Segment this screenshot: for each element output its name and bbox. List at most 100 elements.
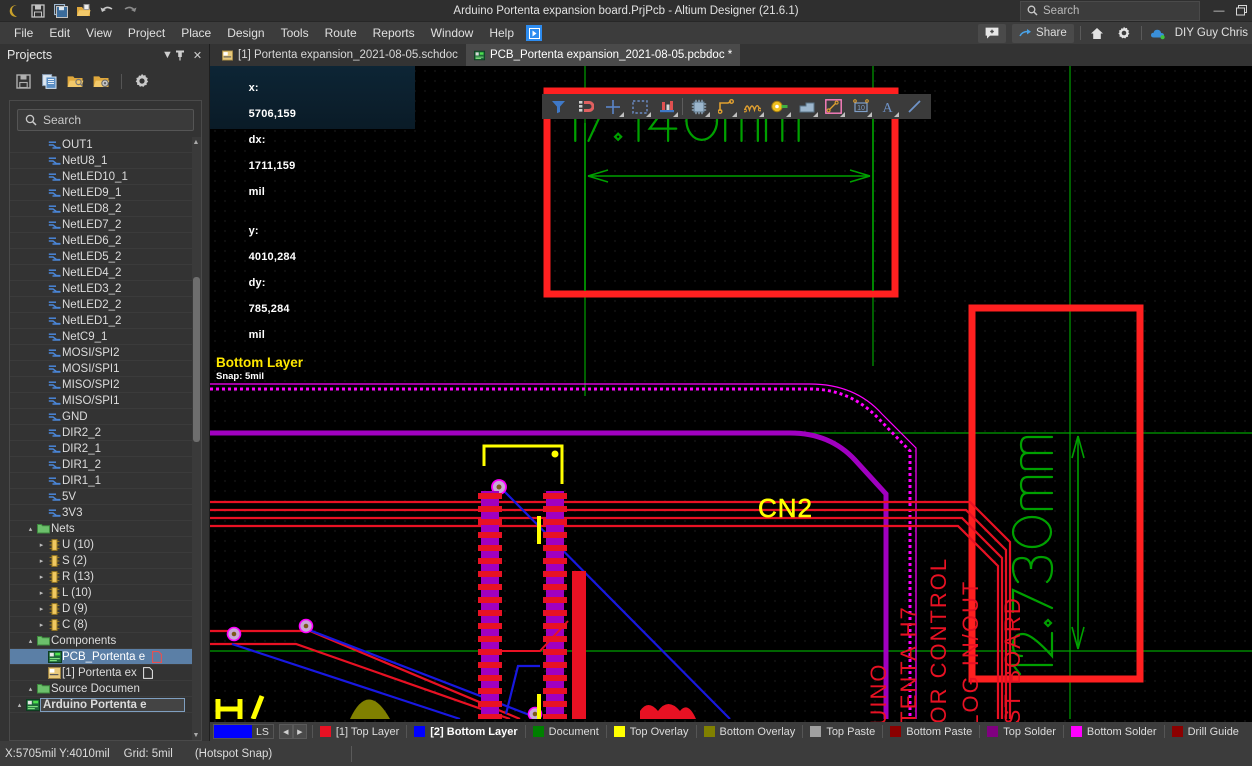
save-project-icon[interactable] xyxy=(14,72,33,91)
tree-item[interactable]: ▴ Nets xyxy=(10,521,201,537)
layer-tabs[interactable]: [1] Top Layer [2] Bottom Layer Document Top… xyxy=(311,722,1246,741)
layer-tab-bottom-overlay[interactable]: Bottom Overlay xyxy=(697,722,803,741)
route-icon[interactable] xyxy=(712,95,739,118)
layer-nav-buttons[interactable]: ◀ ▶ xyxy=(278,724,307,739)
pcb-canvas[interactable]: CN2 ARDUINO PORTENTA H7 MOTOR CONTROL AN… xyxy=(210,66,1252,722)
settings-gear-icon[interactable] xyxy=(132,72,151,91)
tree-expander-icon[interactable]: ▸ xyxy=(36,605,47,613)
tree-item-net[interactable]: MISO/SPI2 xyxy=(10,377,201,393)
differential-pair-icon[interactable] xyxy=(739,95,766,118)
dimension-icon[interactable]: 10 xyxy=(847,95,874,118)
layer-tab-bar[interactable]: LS ◀ ▶ [1] Top Layer [2] Bottom Layer Docu… xyxy=(210,722,1252,741)
filter-icon[interactable] xyxy=(545,95,572,118)
share-button[interactable]: Share xyxy=(1012,23,1074,43)
crosshair-icon[interactable] xyxy=(599,95,626,118)
tree-item[interactable]: ▸ U (10) xyxy=(10,537,201,553)
tree-item-net[interactable]: NetLED7_2 xyxy=(10,217,201,233)
scroll-up-icon[interactable]: ▲ xyxy=(192,138,200,146)
projects-tree[interactable]: OUT1 NetU8_1 NetLED10_1 NetLED9_1 NetLED8_2 N… xyxy=(10,137,201,740)
project-options-folder-icon[interactable] xyxy=(92,72,111,91)
menu-item-window[interactable]: Window xyxy=(423,24,482,42)
pin-icon[interactable] xyxy=(175,50,190,61)
tree-item-net[interactable]: GND xyxy=(10,409,201,425)
menu-item-place[interactable]: Place xyxy=(173,24,219,42)
tree-expander-icon[interactable]: ▸ xyxy=(36,589,47,597)
tree-item[interactable]: ▸ C (8) xyxy=(10,617,201,633)
tree-scroll-thumb[interactable] xyxy=(193,277,200,442)
redo-icon[interactable] xyxy=(119,2,140,20)
save-all-icon[interactable] xyxy=(50,2,71,20)
projects-search-input[interactable]: Search xyxy=(17,109,194,131)
document-tab-schematic[interactable]: [1] Portenta expansion_2021-08-05.schdoc xyxy=(214,44,466,66)
layer-tab-top-solder[interactable]: Top Solder xyxy=(980,722,1063,741)
menu-item-view[interactable]: View xyxy=(78,24,120,42)
layer-set-selector[interactable]: LS xyxy=(213,724,274,739)
tree-item-net[interactable]: MOSI/SPI2 xyxy=(10,345,201,361)
tree-item-net[interactable]: DIR1_2 xyxy=(10,457,201,473)
tree-item[interactable]: [1] Portenta ex xyxy=(10,665,201,681)
tree-item[interactable]: ▴ Components xyxy=(10,633,201,649)
document-tab-pcb[interactable]: PCB_Portenta expansion_2021-08-05.pcbdoc… xyxy=(465,44,741,66)
layer-tab-drill-guide[interactable]: Drill Guide xyxy=(1165,722,1246,741)
tree-item[interactable]: ▸ R (13) xyxy=(10,569,201,585)
tree-item-net[interactable]: NetLED5_2 xyxy=(10,249,201,265)
layer-tab-top-overlay[interactable]: Top Overlay xyxy=(607,722,696,741)
restore-button[interactable] xyxy=(1230,0,1252,22)
tree-item[interactable]: ▸ S (2) xyxy=(10,553,201,569)
layer-tab-bottom-solder[interactable]: Bottom Solder xyxy=(1064,722,1164,741)
tree-expander-icon[interactable]: ▴ xyxy=(14,701,25,709)
scroll-down-icon[interactable]: ▼ xyxy=(192,731,200,739)
layer-tab-1-top-layer[interactable]: [1] Top Layer xyxy=(313,722,406,741)
cloud-avatar-icon[interactable] xyxy=(1148,24,1169,42)
tree-expander-icon[interactable]: ▸ xyxy=(36,541,47,549)
tree-item[interactable]: ▸ L (10) xyxy=(10,585,201,601)
line-icon[interactable] xyxy=(901,95,928,118)
tree-expander-icon[interactable]: ▴ xyxy=(25,685,36,693)
tree-expander-icon[interactable]: ▴ xyxy=(25,637,36,645)
tree-item-net[interactable]: OUT1 xyxy=(10,137,201,153)
select-area-icon[interactable] xyxy=(626,95,653,118)
tree-expander-icon[interactable]: ▸ xyxy=(36,573,47,581)
tree-scrollbar[interactable]: ▲ ▼ xyxy=(192,137,201,740)
pad-icon[interactable] xyxy=(820,95,847,118)
layer-tab-2-bottom-layer[interactable]: [2] Bottom Layer xyxy=(407,722,524,741)
minimize-button[interactable]: — xyxy=(1208,0,1230,22)
tree-item[interactable]: ▸ D (9) xyxy=(10,601,201,617)
measure-icon[interactable] xyxy=(653,95,680,118)
tree-item-net[interactable]: DIR2_2 xyxy=(10,425,201,441)
menu-item-help[interactable]: Help xyxy=(481,24,522,42)
close-icon[interactable]: ✕ xyxy=(190,49,205,62)
menu-bar[interactable]: File Edit View Project Place Design Tool… xyxy=(0,22,1252,44)
panel-toggle-icon[interactable] xyxy=(526,25,543,41)
menu-item-design[interactable]: Design xyxy=(219,24,272,42)
tree-item-net[interactable]: NetU8_1 xyxy=(10,153,201,169)
tree-item-net[interactable]: MISO/SPI1 xyxy=(10,393,201,409)
save-icon[interactable] xyxy=(27,2,48,20)
panel-dropdown-icon[interactable]: ▼ xyxy=(160,49,175,61)
tree-item-net[interactable]: 5V xyxy=(10,489,201,505)
tree-item-net[interactable]: MOSI/SPI1 xyxy=(10,361,201,377)
tree-item[interactable]: PCB_Portenta e xyxy=(10,649,201,665)
tree-expander-icon[interactable]: ▴ xyxy=(25,525,36,533)
component-place-icon[interactable] xyxy=(685,95,712,118)
tree-item[interactable]: ▴ Arduino Portenta e xyxy=(10,697,201,713)
tree-item-net[interactable]: NetLED6_2 xyxy=(10,233,201,249)
layer-tab-bottom-paste[interactable]: Bottom Paste xyxy=(883,722,979,741)
menu-item-route[interactable]: Route xyxy=(317,24,365,42)
menu-item-edit[interactable]: Edit xyxy=(41,24,78,42)
menu-item-reports[interactable]: Reports xyxy=(365,24,423,42)
layer-tab-top-paste[interactable]: Top Paste xyxy=(803,722,882,741)
tree-item-net[interactable]: NetLED8_2 xyxy=(10,201,201,217)
open-project-icon[interactable] xyxy=(66,72,85,91)
home-icon[interactable] xyxy=(1087,24,1108,42)
tree-item-net[interactable]: NetLED4_2 xyxy=(10,265,201,281)
document-tabs[interactable]: [1] Portenta expansion_2021-08-05.schdoc… xyxy=(210,44,1252,66)
tree-item-net[interactable]: NetLED9_1 xyxy=(10,185,201,201)
tree-item-net[interactable]: NetLED10_1 xyxy=(10,169,201,185)
tree-item-net[interactable]: DIR1_1 xyxy=(10,473,201,489)
gear-icon[interactable] xyxy=(1114,24,1135,42)
undo-icon[interactable] xyxy=(96,2,117,20)
tree-item-net[interactable]: NetC9_1 xyxy=(10,329,201,345)
tree-item-net[interactable]: NetLED1_2 xyxy=(10,313,201,329)
tree-item-net[interactable]: NetLED2_2 xyxy=(10,297,201,313)
